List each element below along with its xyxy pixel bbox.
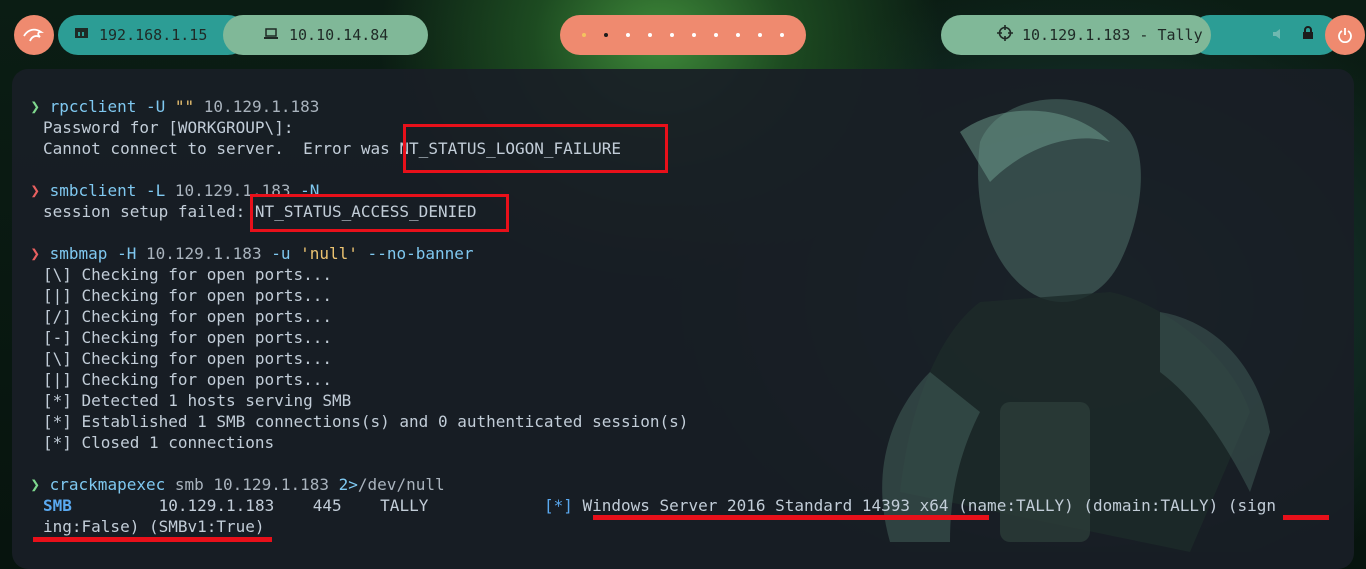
command-arg: -H [107, 244, 137, 263]
cme-host: 10.129.1.183 [158, 496, 275, 515]
cme-protocol: SMB [43, 496, 72, 515]
vpn-ip-label: 10.10.14.84 [289, 26, 389, 44]
command-name: smbmap [49, 244, 108, 263]
output-line: [-] Checking for open ports... [43, 328, 332, 347]
workspace-dot[interactable] [780, 33, 784, 37]
command-arg: -L [136, 181, 166, 200]
command-arg: /dev/null [357, 475, 445, 494]
prompt-symbol: ❯ [30, 475, 40, 494]
kali-dragon-icon [23, 28, 44, 42]
command-line: ❯ smbclient -L 10.129.1.183 -N [30, 180, 1366, 201]
output-line: [|] Checking for open ports... [43, 370, 332, 389]
output-line: [*] Closed 1 connections [43, 433, 275, 452]
command-arg: 'null' [290, 244, 358, 263]
laptop-icon [263, 26, 279, 44]
output-line: [|] Checking for open ports... [43, 286, 332, 305]
highlight-access-denied [250, 194, 509, 232]
workspace-dot[interactable] [582, 33, 586, 37]
vpn-ip-widget[interactable]: 10.10.14.84 [223, 15, 428, 55]
command-name: crackmapexec [49, 475, 166, 494]
command-arg: "" [165, 97, 195, 116]
workspace-dot[interactable] [692, 33, 696, 37]
output-line: [*] Established 1 SMB connections(s) and… [43, 412, 689, 431]
terminal-output: ❯ rpcclient -U "" 10.129.1.183 Password f… [30, 96, 1366, 537]
workspace-dot[interactable] [604, 33, 608, 37]
system-tray [1190, 15, 1340, 55]
host-ip-widget[interactable]: 192.168.1.15 [58, 15, 248, 55]
workspace-dot[interactable] [626, 33, 630, 37]
output-line: session setup failed: NT_STATUS_ACCESS_D… [43, 202, 477, 221]
command-arg: 2> [329, 475, 358, 494]
underline-signing [1283, 515, 1329, 520]
underline-smbv1 [33, 537, 272, 542]
cme-name: TALLY [380, 496, 429, 515]
cme-port: 445 [312, 496, 342, 515]
command-arg: 10.129.1.183 [194, 97, 320, 116]
workspace-dot[interactable] [714, 33, 718, 37]
host-ip-label: 192.168.1.15 [99, 26, 208, 44]
output-line: [\] Checking for open ports... [43, 265, 332, 284]
prompt-symbol: ❯ [30, 181, 40, 200]
output-line: [*] Detected 1 hosts serving SMB [43, 391, 352, 410]
target-label: 10.129.1.183 - Tally [1022, 26, 1203, 44]
output-line: Password for [WORKGROUP\]: [43, 118, 294, 137]
workspace-dot[interactable] [670, 33, 674, 37]
command-arg: 10.129.1.183 [203, 475, 329, 494]
command-name: rpcclient [49, 97, 137, 116]
output-line: [/] Checking for open ports... [43, 307, 332, 326]
command-line: ❯ crackmapexec smb 10.129.1.183 2>/dev/n… [30, 474, 1366, 495]
kali-menu-button[interactable] [14, 15, 54, 55]
command-line: ❯ rpcclient -U "" 10.129.1.183 [30, 96, 1366, 117]
highlight-logon-failure [403, 124, 668, 173]
output-line: Cannot connect to server. Error was NT_S… [43, 139, 621, 158]
workspace-dot[interactable] [648, 33, 652, 37]
command-line: ❯ smbmap -H 10.129.1.183 -u 'null' --no-… [30, 243, 1366, 264]
ethernet-icon [74, 26, 89, 44]
workspace-switcher[interactable] [560, 15, 806, 55]
command-name: smbclient [49, 181, 137, 200]
workspace-dot[interactable] [736, 33, 740, 37]
output-line: [\] Checking for open ports... [43, 349, 332, 368]
target-widget[interactable]: 10.129.1.183 - Tally [941, 15, 1211, 55]
cme-marker: [*] [543, 496, 573, 515]
cme-result-line: SMB 10.129.1.183 445 TALLY [*] Windows S… [43, 495, 1366, 516]
speaker-icon[interactable] [1272, 26, 1286, 44]
prompt-symbol: ❯ [30, 97, 40, 116]
lock-icon[interactable] [1302, 26, 1314, 44]
prompt-symbol: ❯ [30, 244, 40, 263]
power-button[interactable] [1325, 15, 1365, 55]
command-arg: --no-banner [357, 244, 474, 263]
underline-os-version [593, 515, 989, 520]
crosshair-icon [997, 25, 1013, 45]
command-arg: -U [136, 97, 166, 116]
cme-info: Windows Server 2016 Standard 14393 x64 (… [572, 496, 1277, 515]
command-arg: 10.129.1.183 [136, 244, 262, 263]
power-icon [1338, 28, 1352, 43]
command-arg: -u [261, 244, 291, 263]
workspace-dot[interactable] [758, 33, 762, 37]
command-arg: smb [165, 475, 204, 494]
